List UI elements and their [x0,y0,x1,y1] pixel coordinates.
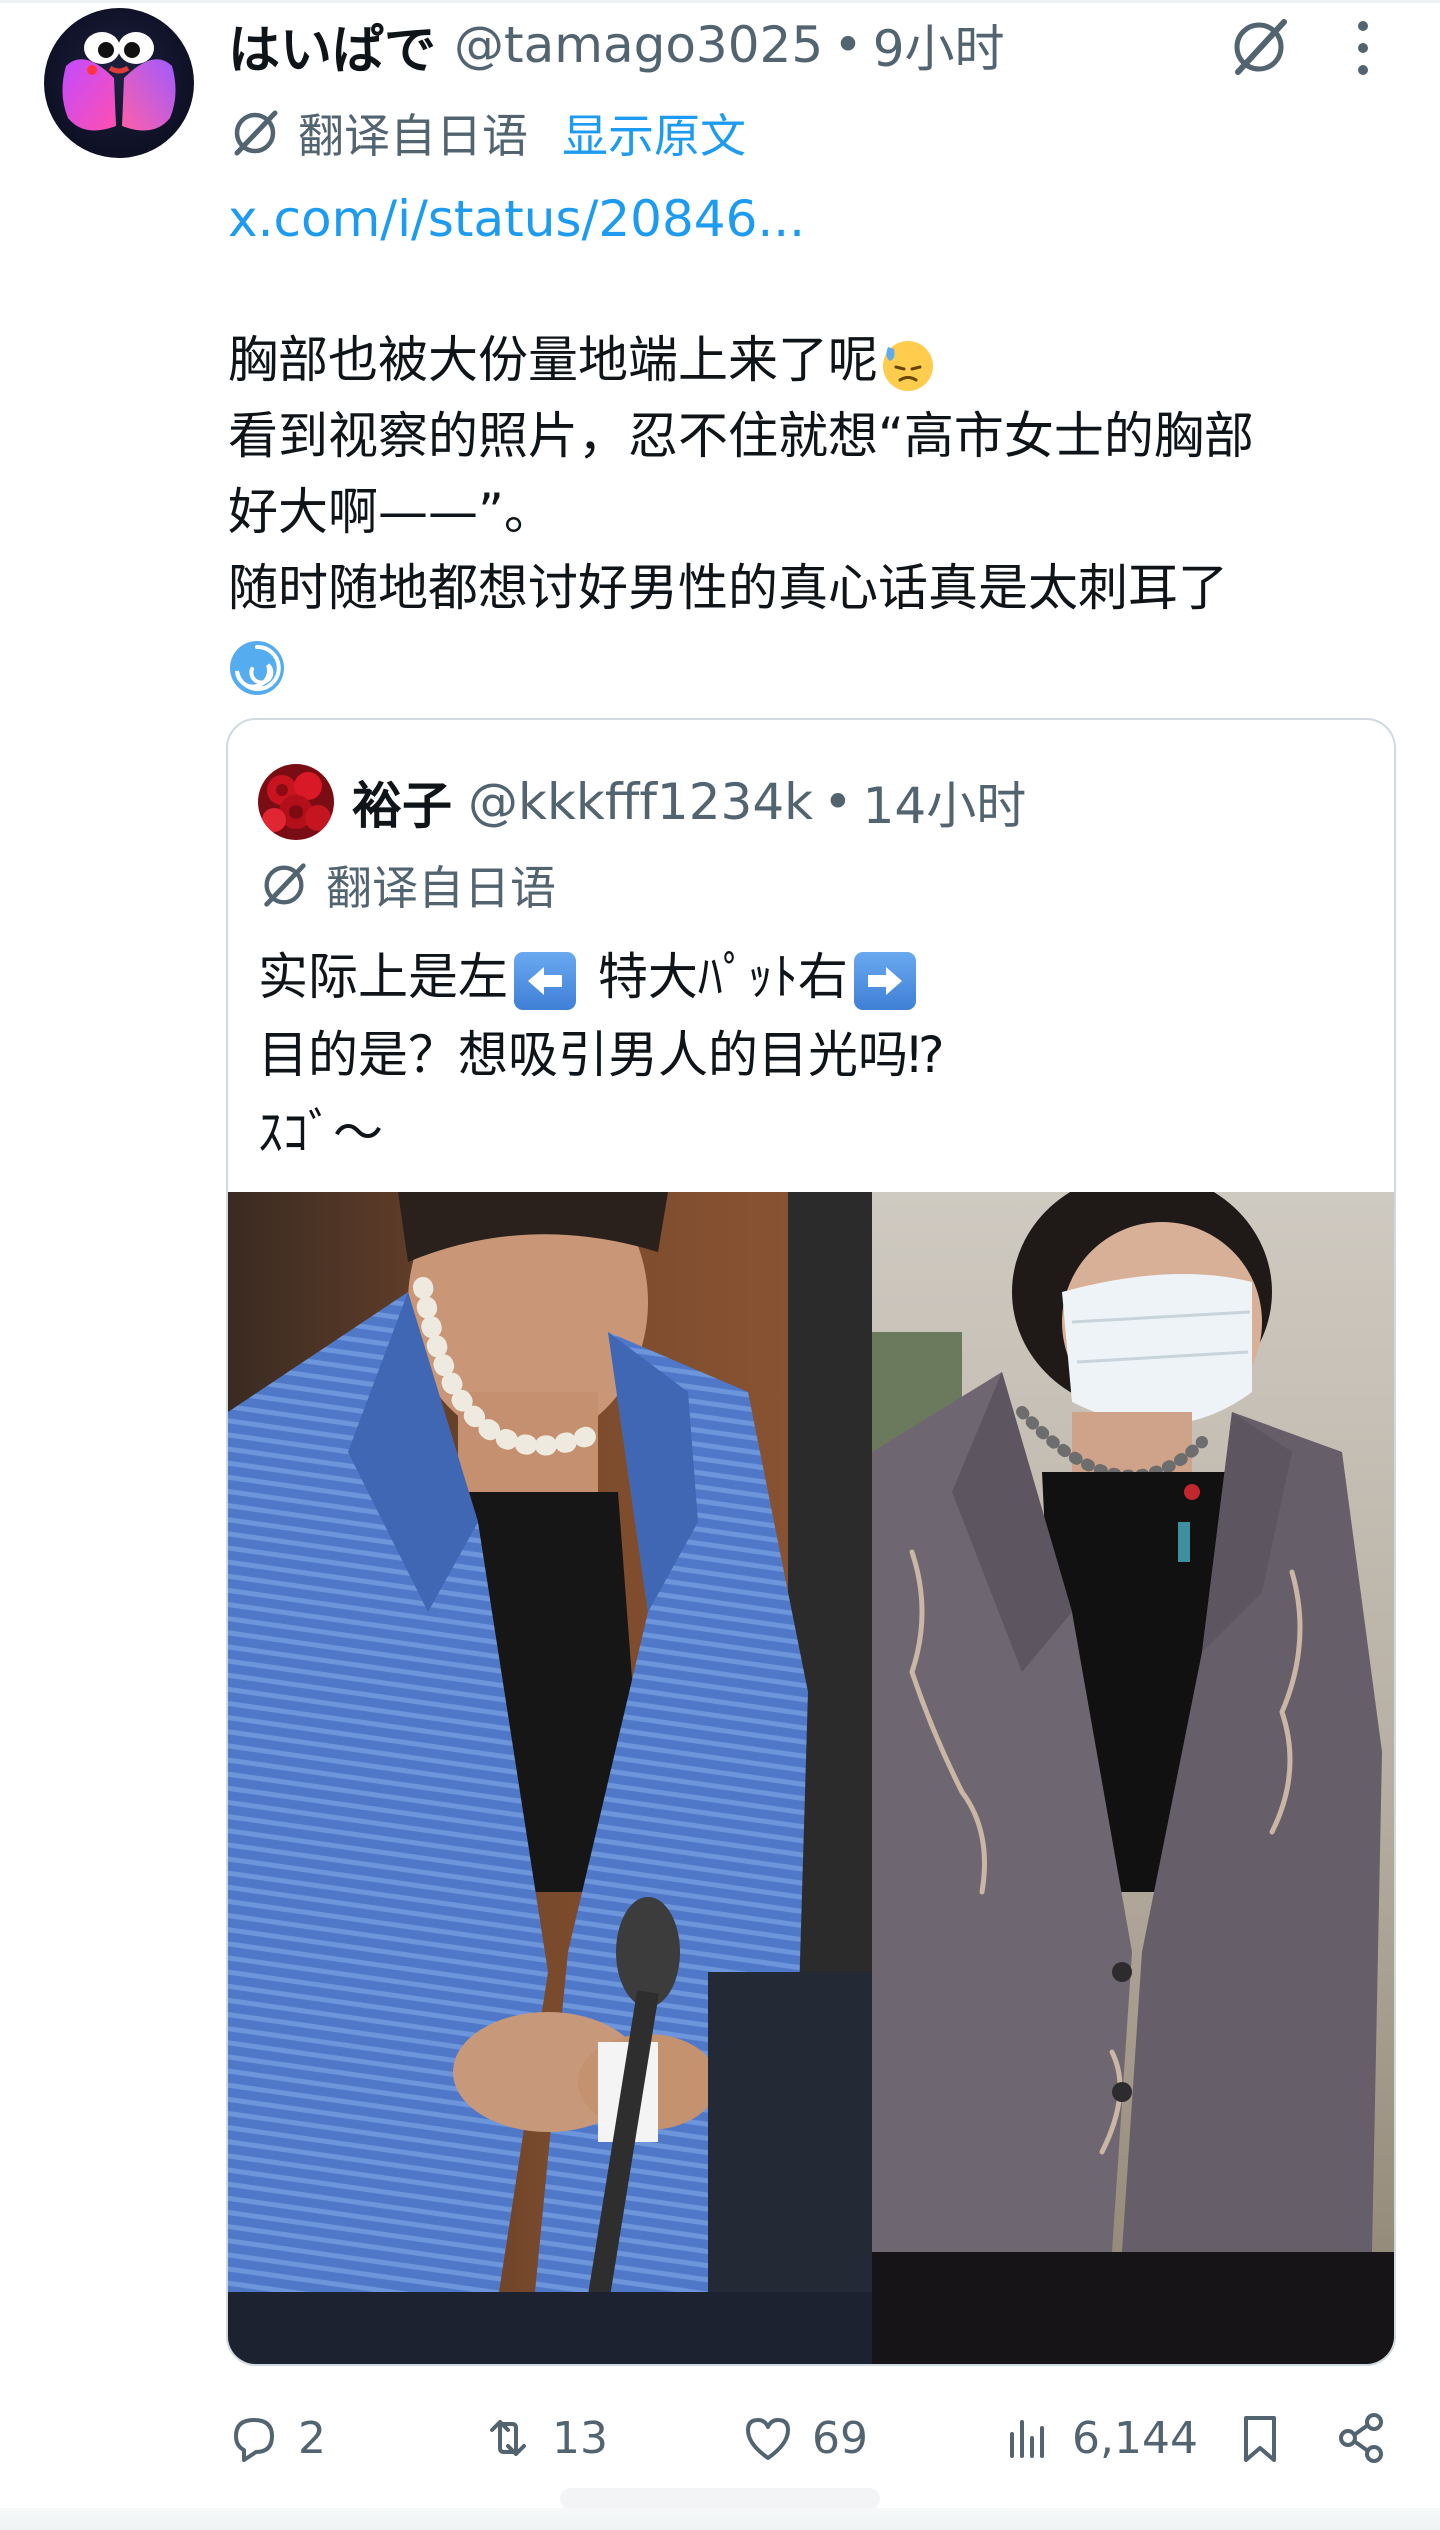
quoted-line-1a: 实际上是左 [258,948,508,1006]
retweet-count: 13 [552,2412,608,2464]
views-button[interactable]: 6,144 [1000,2398,1198,2478]
quoted-author-handle[interactable]: @kkkfff1234k [468,773,813,831]
right-arrow-emoji-icon [853,951,916,1010]
share-icon [1339,2413,1383,2463]
quoted-tweet-body: 实际上是左 特大ﾊﾟｯﾄ右 目的是？想吸引男人的目光吗⁉ ｽｺﾞ～ [258,938,1358,1172]
quoted-tweet-header: 裕子 @kkkfff1234k • 14小时 [258,762,1026,842]
reply-icon [234,2418,274,2462]
quoted-line-3: ｽｺﾞ～ [258,1104,383,1162]
author-handle[interactable]: @tamago3025 [454,16,823,74]
left-arrow-emoji-icon [514,951,576,1010]
tweet-header: はいぱで @tamago3025 • 9小时 [228,8,1005,83]
cyclone-emoji-icon [230,640,284,695]
tweet-line-1-text: 胸部也被大份量地端上来了呢 [228,331,878,389]
grok-icon[interactable] [1226,14,1292,80]
retweet-icon [490,2420,526,2456]
photo-blue-jacket[interactable] [228,1192,872,2364]
top-divider [0,0,1440,3]
bottom-handle [560,2488,880,2510]
tweet-timestamp[interactable]: 9小时 [873,9,1005,81]
status-link[interactable]: x.com/i/status/20846... [228,190,805,248]
reply-button[interactable]: 2 [226,2398,326,2478]
quoted-tweet-card[interactable]: 裕子 @kkkfff1234k • 14小时 翻译自日语 实际上是左 特大ﾊﾟｯ… [226,718,1396,2366]
like-button[interactable]: 69 [740,2398,868,2478]
reply-count: 2 [298,2412,326,2464]
tweet-line-3: 好大啊——”。 [228,483,554,541]
tweet-line-4: 随时随地都想讨好男性的真心话真是太刺耳了 [228,559,1228,617]
quoted-line-2: 目的是？想吸引男人的目光吗⁉ [258,1026,945,1084]
quoted-translation-notice: 翻译自日语 [258,854,556,916]
translated-from-label: 翻译自日语 [298,109,528,163]
tweet-action-bar: 2 13 69 6,144 [0,2398,1440,2478]
more-options-icon[interactable] [1348,16,1378,80]
sweat-face-emoji-icon [883,340,933,391]
tweet-line-5 [228,626,1388,702]
quoted-timestamp[interactable]: 14小时 [863,766,1027,838]
share-button[interactable] [1334,2398,1390,2478]
quoted-line-1: 实际上是左 特大ﾊﾟｯﾄ右 [258,938,1358,1016]
grok-translate-icon [234,110,278,156]
translation-notice: 翻译自日语 显示原文 [228,102,746,164]
views-chart-icon [1010,2420,1044,2458]
quoted-author-avatar[interactable] [258,764,334,840]
tweet-body: 胸部也被大份量地端上来了呢 看到视察的照片，忍不住就想“高市女士的胸部 好大啊—… [228,322,1388,702]
quoted-translated-from-label: 翻译自日语 [326,861,556,915]
tweet-line-2: 看到视察的照片，忍不住就想“高市女士的胸部 [228,407,1254,465]
retweet-button[interactable]: 13 [480,2398,608,2478]
heart-icon [746,2418,790,2460]
separator-dot: • [833,16,863,74]
bottom-divider [0,2508,1440,2530]
photo-gray-jacket-mask[interactable] [872,1192,1394,2364]
quoted-separator-dot: • [823,773,853,831]
views-count: 6,144 [1072,2412,1198,2464]
bookmark-icon [1244,2416,1276,2462]
show-original-link[interactable]: 显示原文 [562,100,746,166]
quoted-author-display-name[interactable]: 裕子 [352,766,452,838]
bookmark-button[interactable] [1232,2398,1288,2478]
tweet-line-1: 胸部也被大份量地端上来了呢 [228,322,1388,398]
author-display-name[interactable]: はいぱで [228,8,436,83]
quoted-media-grid [228,1192,1394,2364]
author-avatar[interactable] [44,8,194,158]
grok-translate-icon [264,863,306,907]
like-count: 69 [812,2412,868,2464]
quoted-line-1b: 特大ﾊﾟｯﾄ右 [597,948,848,1006]
